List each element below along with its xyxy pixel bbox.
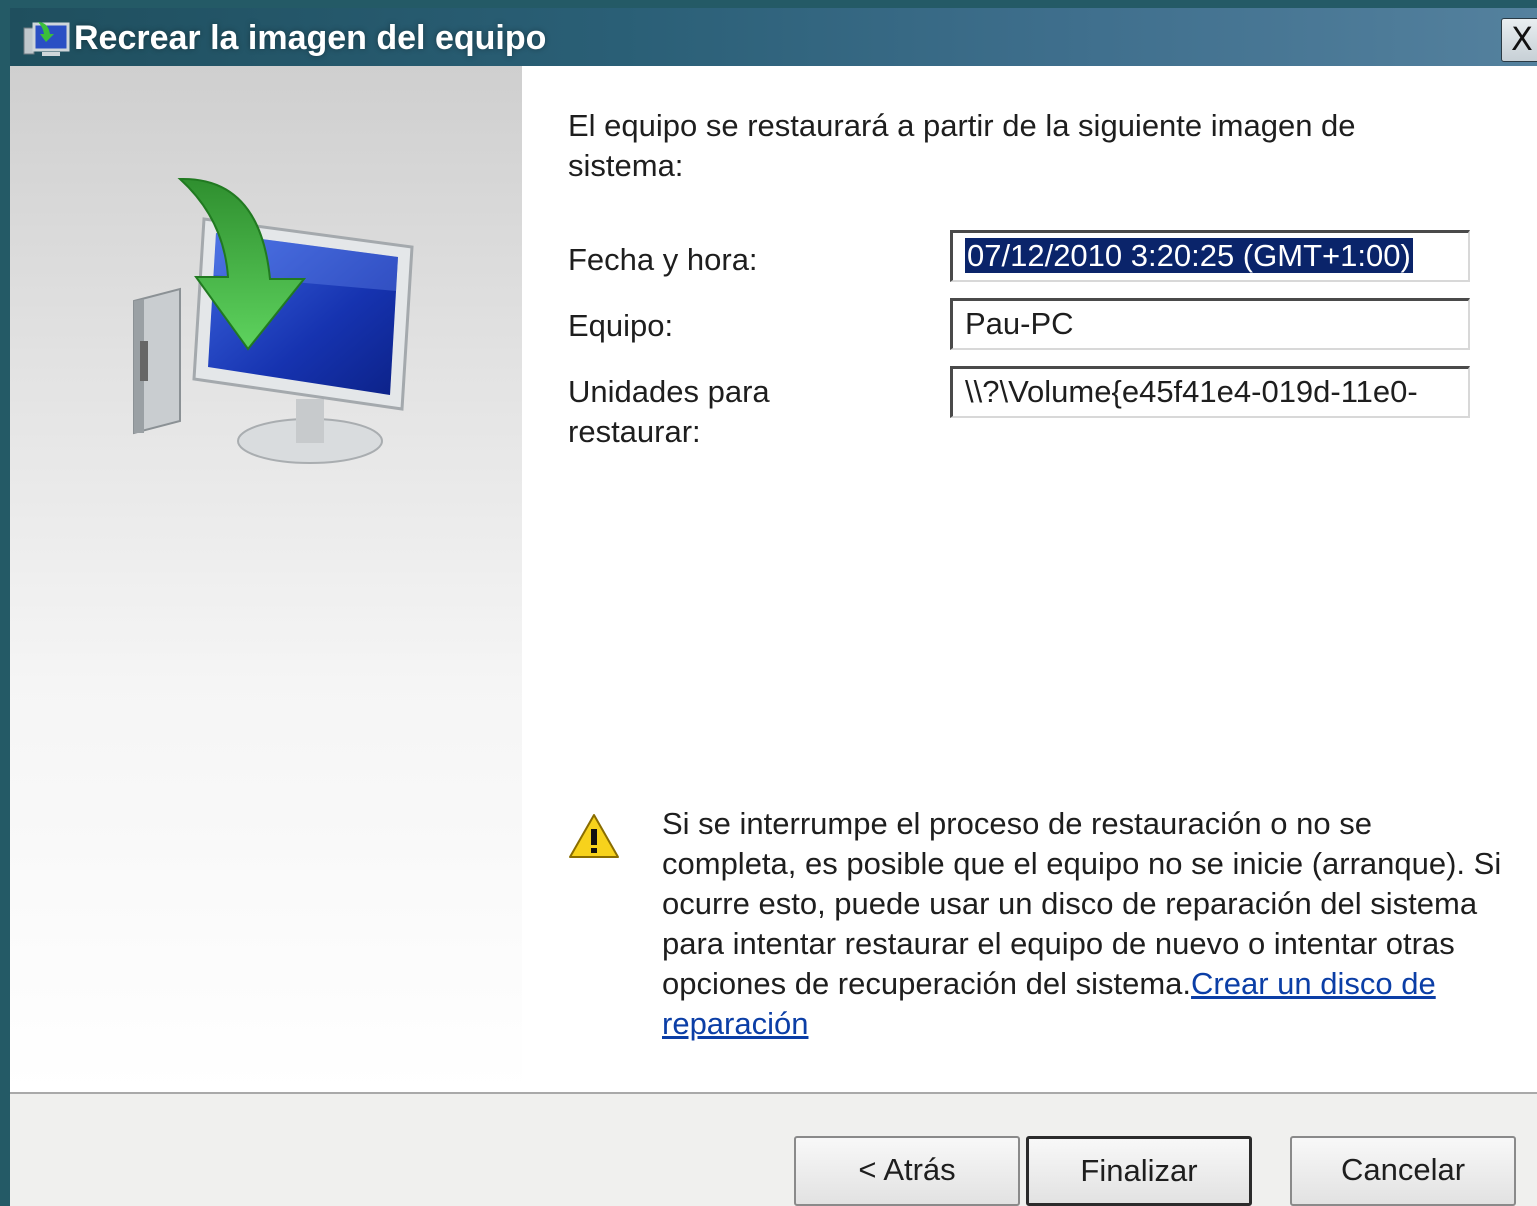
intro-text: El equipo se restaurará a partir de la s… [568,108,1356,183]
finish-button[interactable]: Finalizar [1026,1136,1252,1206]
close-button[interactable]: X [1501,18,1537,62]
date-time-label: Fecha y hora: [568,242,758,277]
close-icon: X [1511,20,1533,58]
dialog-footer: < Atrás Finalizar Cancelar [10,1094,1537,1206]
computer-label: Equipo: [568,308,674,343]
cancel-button[interactable]: Cancelar [1290,1136,1516,1206]
dialog-content: El equipo se restaurará a partir de la s… [10,66,1537,1092]
restore-dialog-window: Recrear la imagen del equipo X El equipo… [10,8,1537,1206]
title-bar[interactable]: Recrear la imagen del equipo X [10,8,1537,66]
drives-to-restore-label: Unidades para restaurar: [568,374,770,449]
back-button[interactable]: < Atrás [794,1136,1020,1206]
drives-to-restore-field[interactable]: \\?\Volume{e45f41e4-019d-11e0- [950,366,1470,418]
warning-icon [569,814,619,858]
window-title: Recrear la imagen del equipo [74,19,547,57]
left-decorative-panel [10,66,522,1092]
date-time-field[interactable]: 07/12/2010 3:20:25 (GMT+1:00) [950,230,1470,282]
computer-restore-arrow-icon [133,177,414,464]
date-time-value: 07/12/2010 3:20:25 (GMT+1:00) [965,238,1413,273]
warning-message: Si se interrumpe el proceso de restaurac… [662,804,1502,1044]
computer-restore-icon [23,22,70,56]
computer-field[interactable]: Pau-PC [950,298,1470,350]
